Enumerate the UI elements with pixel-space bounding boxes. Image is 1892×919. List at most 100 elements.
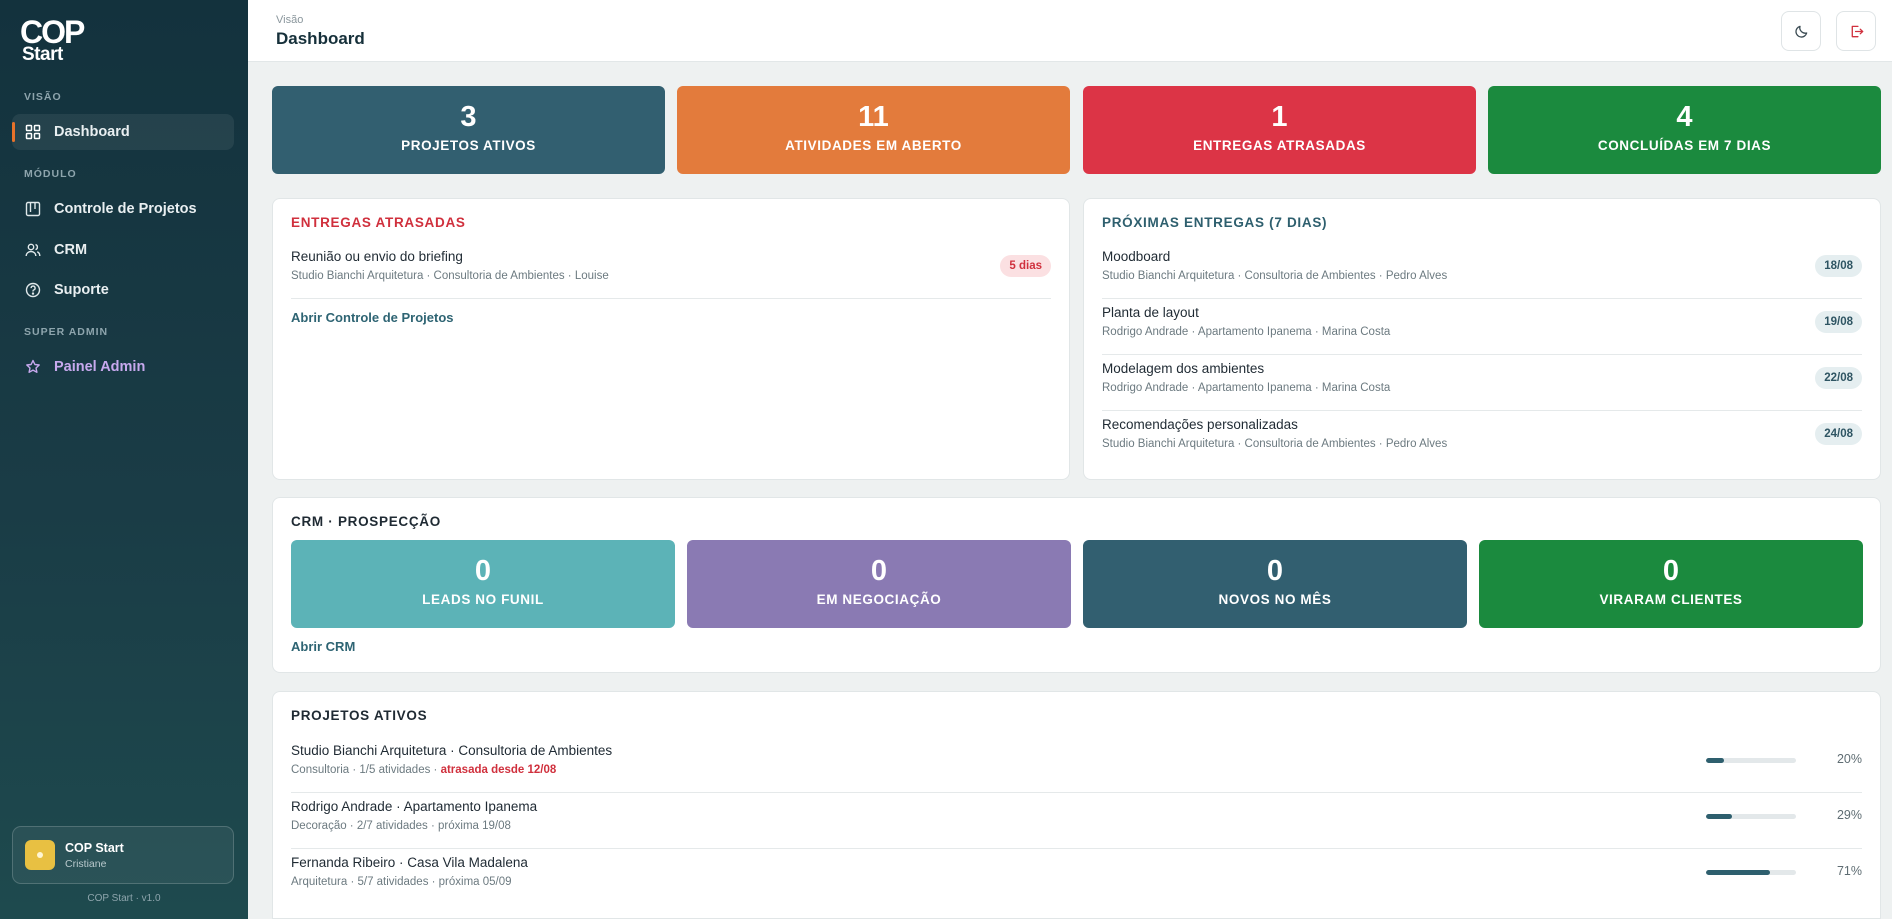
crm-value: 0 bbox=[1266, 555, 1284, 587]
progress-percent: 71% bbox=[1836, 864, 1862, 878]
progress-percent: 29% bbox=[1836, 808, 1862, 822]
project-row[interactable]: Rodrigo Andrade · Apartamento Ipanema De… bbox=[291, 793, 1862, 849]
crm-label: LEADS NO FUNIL bbox=[422, 592, 544, 607]
stat-value: 11 bbox=[858, 101, 889, 133]
user-subtitle: Cristiane bbox=[65, 857, 107, 870]
grid-icon bbox=[25, 124, 41, 140]
item-subtitle: Rodrigo Andrade · Apartamento Ipanema · … bbox=[1102, 326, 1391, 338]
date-badge: 19/08 bbox=[1815, 311, 1862, 333]
logout-button[interactable] bbox=[1836, 11, 1876, 51]
sidebar-item-label: Controle de Projetos bbox=[54, 201, 197, 217]
sidebar-item-crm[interactable]: CRM bbox=[12, 232, 234, 268]
stat-card-concluidas[interactable]: 4 CONCLUÍDAS EM 7 DIAS bbox=[1488, 86, 1881, 174]
crm-card-novos[interactable]: 0 NOVOS NO MÊS bbox=[1083, 540, 1467, 628]
crm-value: 0 bbox=[870, 555, 888, 587]
sidebar-item-dashboard[interactable]: Dashboard bbox=[12, 114, 234, 150]
user-card[interactable]: COP Start Cristiane bbox=[12, 826, 234, 884]
stat-value: 4 bbox=[1676, 101, 1693, 133]
sidebar-item-label: Suporte bbox=[54, 282, 109, 298]
stat-card-projetos-ativos[interactable]: 3 PROJETOS ATIVOS bbox=[272, 86, 665, 174]
progress-percent: 20% bbox=[1836, 752, 1862, 766]
project-subtitle: Arquitetura · 5/7 atividades · próxima 0… bbox=[291, 876, 512, 888]
avatar bbox=[25, 840, 55, 870]
date-badge: 18/08 bbox=[1815, 255, 1862, 277]
list-item[interactable]: Moodboard Studio Bianchi Arquitetura · C… bbox=[1102, 243, 1862, 299]
stat-label: ENTREGAS ATRASADAS bbox=[1193, 138, 1366, 153]
item-title: Recomendações personalizadas bbox=[1102, 417, 1298, 432]
delay-badge: 5 dias bbox=[1000, 255, 1051, 277]
panel-title: PRÓXIMAS ENTREGAS (7 DIAS) bbox=[1102, 215, 1328, 230]
item-title: Moodboard bbox=[1102, 249, 1171, 264]
sidebar-item-label: Painel Admin bbox=[54, 359, 146, 375]
section-label-super-admin: SUPER ADMIN bbox=[24, 326, 109, 338]
section-label-modulo: MÓDULO bbox=[24, 168, 77, 180]
item-title: Reunião ou envio do briefing bbox=[291, 249, 463, 264]
item-subtitle: Studio Bianchi Arquitetura · Consultoria… bbox=[291, 270, 609, 282]
item-subtitle: Studio Bianchi Arquitetura · Consultoria… bbox=[1102, 270, 1448, 282]
app-logo[interactable]: COP Start bbox=[20, 16, 100, 64]
open-crm-link[interactable]: Abrir CRM bbox=[291, 639, 355, 654]
project-subtitle: Decoração · 2/7 atividades · próxima 19/… bbox=[291, 820, 511, 832]
sidebar-item-label: Dashboard bbox=[54, 124, 130, 140]
project-title: Rodrigo Andrade · Apartamento Ipanema bbox=[291, 799, 538, 814]
crm-card-leads[interactable]: 0 LEADS NO FUNIL bbox=[291, 540, 675, 628]
moon-icon bbox=[1794, 25, 1807, 38]
section-label-visao: VISÃO bbox=[24, 91, 62, 103]
date-badge: 22/08 bbox=[1815, 367, 1862, 389]
sidebar-item-suporte[interactable]: Suporte bbox=[12, 272, 234, 308]
stat-value: 3 bbox=[460, 101, 477, 133]
project-subtitle: Consultoria · 1/5 atividades · atrasada … bbox=[291, 764, 557, 776]
list-item[interactable]: Recomendações personalizadas Studio Bian… bbox=[1102, 411, 1862, 467]
help-circle-icon bbox=[25, 282, 41, 298]
list-item[interactable]: Modelagem dos ambientes Rodrigo Andrade … bbox=[1102, 355, 1862, 411]
late-label: atrasada desde 12/08 bbox=[440, 764, 557, 776]
top-header: Visão Dashboard bbox=[248, 0, 1892, 62]
progress-bar bbox=[1706, 758, 1796, 763]
stat-label: PROJETOS ATIVOS bbox=[401, 138, 536, 153]
stat-card-atividades-aberto[interactable]: 11 ATIVIDADES EM ABERTO bbox=[677, 86, 1070, 174]
project-row[interactable]: Fernanda Ribeiro · Casa Vila Madalena Ar… bbox=[291, 849, 1862, 905]
crm-value: 0 bbox=[1662, 555, 1680, 587]
project-title: Studio Bianchi Arquitetura · Consultoria… bbox=[291, 743, 613, 758]
sidebar: COP Start VISÃO Dashboard MÓDULO Control… bbox=[0, 0, 248, 919]
crm-label: NOVOS NO MÊS bbox=[1218, 592, 1332, 607]
crm-label: VIRARAM CLIENTES bbox=[1599, 592, 1743, 607]
logout-icon bbox=[1851, 25, 1863, 37]
stat-value: 1 bbox=[1271, 101, 1288, 133]
item-title: Modelagem dos ambientes bbox=[1102, 361, 1265, 376]
app-version: COP Start · v1.0 bbox=[87, 893, 161, 904]
date-badge: 24/08 bbox=[1815, 423, 1862, 445]
crm-panel: CRM · PROSPECÇÃO 0 LEADS NO FUNIL 0 EM N… bbox=[272, 497, 1881, 673]
crm-card-negociacao[interactable]: 0 EM NEGOCIAÇÃO bbox=[687, 540, 1071, 628]
next-deliveries-panel: PRÓXIMAS ENTREGAS (7 DIAS) Moodboard Stu… bbox=[1083, 198, 1881, 480]
crm-card-clientes[interactable]: 0 VIRARAM CLIENTES bbox=[1479, 540, 1863, 628]
stat-card-entregas-atrasadas[interactable]: 1 ENTREGAS ATRASADAS bbox=[1083, 86, 1476, 174]
sidebar-item-label: CRM bbox=[54, 242, 88, 258]
breadcrumb: Visão bbox=[276, 14, 304, 26]
panel-title: ENTREGAS ATRASADAS bbox=[291, 215, 466, 230]
item-subtitle: Studio Bianchi Arquitetura · Consultoria… bbox=[1102, 438, 1448, 450]
panel-title: PROJETOS ATIVOS bbox=[291, 708, 428, 723]
stat-label: CONCLUÍDAS EM 7 DIAS bbox=[1597, 138, 1772, 153]
crm-label: EM NEGOCIAÇÃO bbox=[816, 592, 942, 607]
item-subtitle: Rodrigo Andrade · Apartamento Ipanema · … bbox=[1102, 382, 1391, 394]
progress-bar bbox=[1706, 870, 1796, 875]
progress-bar bbox=[1706, 814, 1796, 819]
active-projects-panel: PROJETOS ATIVOS Studio Bianchi Arquitetu… bbox=[272, 691, 1881, 919]
star-icon bbox=[26, 359, 40, 373]
project-title: Fernanda Ribeiro · Casa Vila Madalena bbox=[291, 855, 528, 870]
kanban-icon bbox=[25, 201, 41, 217]
item-title: Planta de layout bbox=[1102, 305, 1199, 320]
theme-toggle-button[interactable] bbox=[1781, 11, 1821, 51]
sidebar-item-controle-projetos[interactable]: Controle de Projetos bbox=[12, 191, 234, 227]
stat-label: ATIVIDADES EM ABERTO bbox=[785, 138, 962, 153]
list-item[interactable]: Planta de layout Rodrigo Andrade · Apart… bbox=[1102, 299, 1862, 355]
sidebar-item-painel-admin[interactable]: Painel Admin bbox=[12, 349, 234, 385]
open-controle-projetos-link[interactable]: Abrir Controle de Projetos bbox=[291, 310, 454, 325]
user-name: COP Start bbox=[65, 840, 124, 855]
project-row[interactable]: Studio Bianchi Arquitetura · Consultoria… bbox=[291, 737, 1862, 793]
list-item[interactable]: Reunião ou envio do briefing Studio Bian… bbox=[291, 243, 1051, 299]
late-deliveries-panel: ENTREGAS ATRASADAS Reunião ou envio do b… bbox=[272, 198, 1070, 480]
panel-title: CRM · PROSPECÇÃO bbox=[291, 514, 441, 529]
users-icon bbox=[25, 243, 41, 257]
